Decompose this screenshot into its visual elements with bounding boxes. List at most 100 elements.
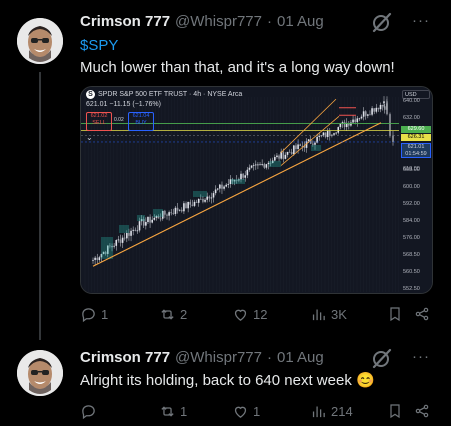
candle-body: [326, 130, 329, 138]
avatar[interactable]: [17, 350, 63, 396]
chart-image[interactable]: S SPDR S&P 500 ETF TRUST · 4h · NYSE Arc…: [80, 86, 433, 294]
views-icon: [312, 309, 325, 321]
liquidity-zone: [137, 215, 145, 221]
candle-body: [197, 198, 200, 203]
candle-body: [335, 132, 337, 134]
author-handle[interactable]: @Whispr777: [175, 349, 262, 366]
candle-body: [126, 233, 128, 239]
candle-body: [257, 164, 259, 166]
candle-body: [136, 230, 139, 232]
candle-body: [297, 144, 299, 150]
share-icon[interactable]: [414, 403, 430, 419]
candle-body: [159, 218, 162, 220]
reply-icon: [82, 308, 95, 323]
candle-body: [145, 222, 147, 226]
grok-icon[interactable]: [371, 11, 393, 33]
candle-body: [252, 164, 255, 166]
currency-label: USD: [405, 92, 417, 98]
candle-body: [329, 130, 331, 136]
candle-body: [174, 207, 177, 214]
price-tag-yellow: 626.31: [401, 134, 431, 141]
more-options-icon[interactable]: ···: [412, 12, 430, 29]
collapse-chevron-icon[interactable]: ⌄: [86, 133, 93, 142]
chart-title: SPDR S&P 500 ETF TRUST · 4h · NYSE Arca: [98, 91, 243, 98]
repost-button[interactable]: 1: [159, 403, 187, 420]
more-options-icon[interactable]: ···: [412, 348, 430, 365]
candle-body: [250, 165, 253, 168]
candle-body: [212, 193, 215, 198]
candle-body: [331, 134, 333, 136]
grok-icon[interactable]: [371, 347, 393, 369]
bookmark-icon[interactable]: [387, 403, 403, 419]
candle-body: [350, 122, 352, 126]
author-name[interactable]: Crimson 777: [80, 13, 170, 30]
price-axis-label: 640.00: [403, 98, 420, 105]
reply-icon: [82, 405, 95, 420]
candle-body: [134, 229, 137, 231]
candle-body: [371, 108, 373, 115]
candle-body: [383, 101, 385, 104]
like-count: 1: [253, 404, 261, 419]
buy-button[interactable]: 621.04 BUY: [128, 112, 154, 131]
price-axis-label: 584.00: [403, 218, 420, 225]
candle-body: [307, 139, 310, 142]
views-button[interactable]: 3K: [310, 306, 347, 323]
price-change: 621.01 −11.15 (−1.76%): [86, 101, 161, 108]
author-name[interactable]: Crimson 777: [80, 349, 170, 366]
candle-body: [117, 239, 120, 241]
views-button[interactable]: 214: [310, 403, 353, 420]
candle-body: [379, 104, 382, 110]
post-header: Crimson 777 @Whispr777 · 01 Aug: [80, 349, 324, 366]
candle-body: [164, 210, 166, 215]
candle-body: [94, 257, 96, 260]
repost-button[interactable]: 2: [159, 306, 187, 323]
bookmark-icon[interactable]: [387, 306, 403, 322]
liquidity-zone: [231, 179, 245, 184]
price-axis-label: 592.00: [403, 201, 420, 208]
view-count: 3K: [331, 307, 347, 322]
candle-body: [204, 199, 206, 202]
candle-body: [263, 164, 266, 168]
post-date[interactable]: 01 Aug: [277, 13, 324, 30]
separator-dot: ·: [266, 349, 272, 366]
like-button[interactable]: 12: [232, 306, 267, 323]
price-axis-label: 560.50: [403, 268, 420, 275]
candle-body: [381, 104, 384, 107]
sell-button[interactable]: 621.02 SELL: [86, 112, 112, 131]
post-text: Alright its holding, back to 640 next we…: [80, 372, 352, 389]
price-tag-green: 629.60: [401, 126, 431, 133]
candle-body: [229, 179, 232, 184]
repost-count: 2: [180, 307, 188, 322]
candle-body: [246, 169, 249, 176]
candle-body: [314, 142, 316, 145]
share-icon[interactable]: [414, 306, 430, 322]
spread: 0.02: [114, 117, 124, 123]
countdown: 01:54:59: [405, 151, 427, 157]
candle-body: [288, 151, 291, 153]
post-text-row: Alright its holding, back to 640 next we…: [80, 371, 375, 391]
candle-body: [138, 221, 141, 231]
like-count: 12: [253, 307, 268, 322]
reply-button[interactable]: 1: [80, 306, 108, 323]
candle-body: [185, 203, 187, 209]
cashtag[interactable]: $SPY: [80, 37, 118, 54]
candle-body: [265, 164, 268, 168]
candle-body: [115, 240, 118, 246]
like-button[interactable]: 1: [232, 403, 260, 420]
price-axis-label: 632.00: [403, 115, 420, 122]
candle-body: [96, 257, 99, 260]
candle-body: [240, 173, 242, 180]
avatar[interactable]: [17, 18, 63, 64]
candle-body: [244, 175, 247, 178]
candle-body: [290, 152, 293, 155]
author-handle[interactable]: @Whispr777: [175, 13, 262, 30]
post-text: Much lower than that, and it's a long wa…: [80, 59, 395, 76]
candle-body: [206, 196, 208, 200]
candle-body: [119, 239, 122, 243]
candle-body: [386, 101, 388, 115]
post-date[interactable]: 01 Aug: [277, 349, 324, 366]
candle-body: [195, 201, 198, 203]
heart-icon: [234, 406, 247, 418]
reply-button[interactable]: [80, 403, 101, 420]
cashtag-link[interactable]: $SPY: [80, 36, 118, 56]
